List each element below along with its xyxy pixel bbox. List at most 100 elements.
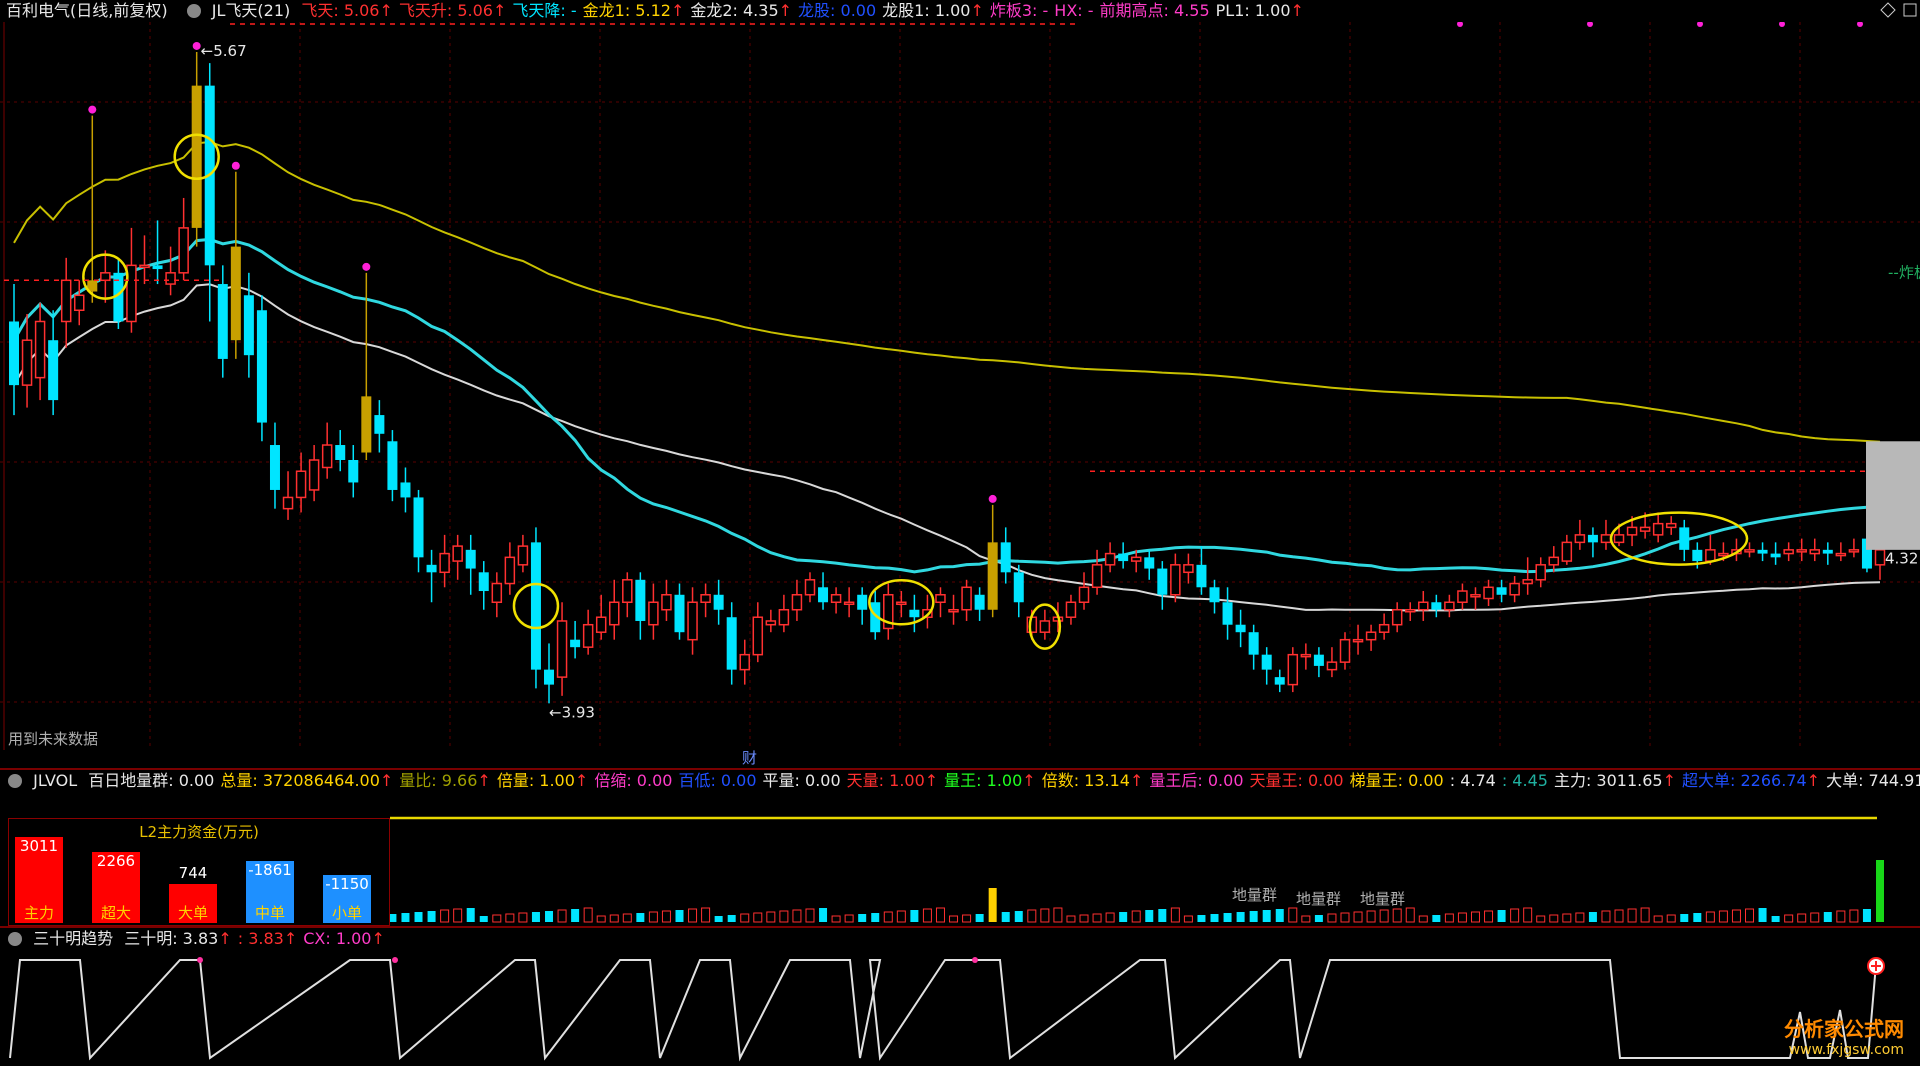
up-arrow-icon: ↑: [1129, 771, 1144, 790]
signal-dot: [88, 105, 97, 114]
square-icon[interactable]: [1902, 2, 1918, 18]
volume-bar: [1014, 911, 1023, 922]
volume-bar: [1718, 910, 1728, 923]
candle-body: [152, 265, 163, 270]
candle-body: [1874, 549, 1886, 566]
l2-bar: 744 大单: [169, 864, 217, 923]
indicator2-name[interactable]: 三十明趋势: [33, 929, 113, 948]
up-arrow-icon: ↑: [970, 1, 984, 20]
main-legend: 百利电气(日线,前复权) JL飞天(21) 飞天: 5.06↑ 飞天升: 5.06…: [0, 0, 1316, 22]
volume-bar: [1340, 912, 1350, 923]
candle-body: [1196, 564, 1207, 588]
volume-bar: [1092, 913, 1102, 923]
volume-bar: [466, 908, 475, 922]
candle-body: [804, 579, 816, 596]
signal-dot: [362, 262, 371, 271]
candle-body: [1352, 638, 1364, 643]
volume-bar: [1079, 914, 1089, 923]
up-arrow-icon: ↑: [1662, 771, 1676, 790]
candle-body: [308, 459, 320, 491]
signal-dot: [231, 161, 240, 170]
candle-body: [1535, 564, 1546, 581]
volume-bar: [557, 909, 567, 923]
l2-bar: -1861 中单: [246, 841, 294, 923]
volume-bar: [896, 910, 906, 923]
candle-body: [674, 594, 685, 633]
volume-bar: [1444, 913, 1454, 923]
candle-body: [256, 310, 267, 423]
ma-white-line: [13, 283, 1881, 612]
legend-item: 前期高点: 4.55: [1099, 1, 1210, 20]
indicator2-values: 三十明: 3.83↑: 3.83↑ CX: 1.00↑: [124, 929, 391, 948]
legend-item: : 3.83: [237, 929, 284, 948]
legend-item: 量王: 1.00: [944, 771, 1023, 790]
volume-bar: [1745, 908, 1755, 923]
up-arrow-icon: ↑: [379, 771, 394, 790]
volume-bar: [1158, 909, 1167, 922]
candle-body: [556, 620, 568, 678]
volume-bar: [505, 913, 515, 923]
candle-body: [21, 339, 33, 386]
volume-bar: [1001, 912, 1010, 922]
l2-bar-value: -1150: [325, 875, 369, 894]
volume-toggle-icon[interactable]: [8, 774, 22, 788]
candle-body: [348, 460, 359, 483]
candle-body: [843, 601, 855, 606]
candle-body: [687, 601, 698, 641]
candle-body: [661, 594, 672, 611]
volume-bar: [1131, 910, 1141, 923]
volume-bar: [1353, 911, 1363, 923]
volume-bar: [492, 914, 502, 923]
volume-bar: [1457, 912, 1467, 923]
volume-bar: [1105, 912, 1115, 923]
candle-body: [9, 321, 19, 386]
l2-bar: -1150 小单: [323, 855, 371, 923]
volume-bar: [518, 912, 528, 923]
volume-bar: [648, 911, 658, 923]
indicator2-toggle-icon[interactable]: [8, 932, 22, 946]
legend-item: CX: 1.00: [303, 929, 372, 948]
legend-item: 平量: 0.00: [762, 771, 841, 790]
l2-bar: 3011 主力: [15, 817, 63, 923]
volume-bar: [792, 909, 802, 923]
candle-body: [1326, 661, 1338, 671]
indicator-toggle-icon[interactable]: [186, 4, 201, 18]
volume-bar: [883, 911, 893, 923]
candle-body: [791, 594, 803, 611]
candle-body: [1587, 534, 1598, 543]
volume-bar: [988, 888, 997, 922]
legend-item: 超大单: 2266.74: [1682, 771, 1807, 790]
l2-bar-value: 744: [178, 863, 208, 882]
volume-bar: [1640, 907, 1650, 923]
diamond-icon[interactable]: [1880, 2, 1896, 18]
l2-bar: 2266 超大: [92, 832, 140, 923]
candle-body: [491, 582, 503, 604]
candle-body: [1000, 542, 1011, 573]
volume-bar: [453, 908, 463, 923]
volume-label: 地量群: [1232, 886, 1277, 904]
candle-body: [1600, 534, 1612, 544]
candle-body: [1013, 572, 1024, 603]
legend-item: 量比: 9.66: [399, 771, 478, 790]
candle-body: [413, 497, 424, 558]
volume-bar: [1810, 912, 1820, 923]
volume-bar: [661, 910, 671, 923]
legend-item: 倍缩: 0.00: [594, 771, 673, 790]
legend-item: 量王后: 0.00: [1149, 771, 1244, 790]
legend-item: 倍量: 1.00: [496, 771, 575, 790]
signal-dot: [1779, 22, 1785, 27]
candle-body: [191, 85, 202, 228]
volume-bar: [1262, 910, 1271, 922]
legend-item: 主力: 3011.65: [1553, 771, 1663, 790]
volume-bar: [1027, 909, 1037, 923]
up-arrow-icon: ↑: [574, 771, 589, 790]
volume-bar: [531, 912, 540, 922]
candle-body: [582, 623, 594, 648]
volume-bar: [819, 908, 828, 922]
candle-body: [1444, 601, 1455, 611]
candle-body: [1639, 526, 1651, 532]
indicator-name[interactable]: JL飞天(21): [212, 1, 290, 20]
signal-dot: [1697, 22, 1703, 27]
volume-indicator-name[interactable]: JLVOL: [33, 771, 77, 790]
volume-bar: [975, 914, 984, 922]
